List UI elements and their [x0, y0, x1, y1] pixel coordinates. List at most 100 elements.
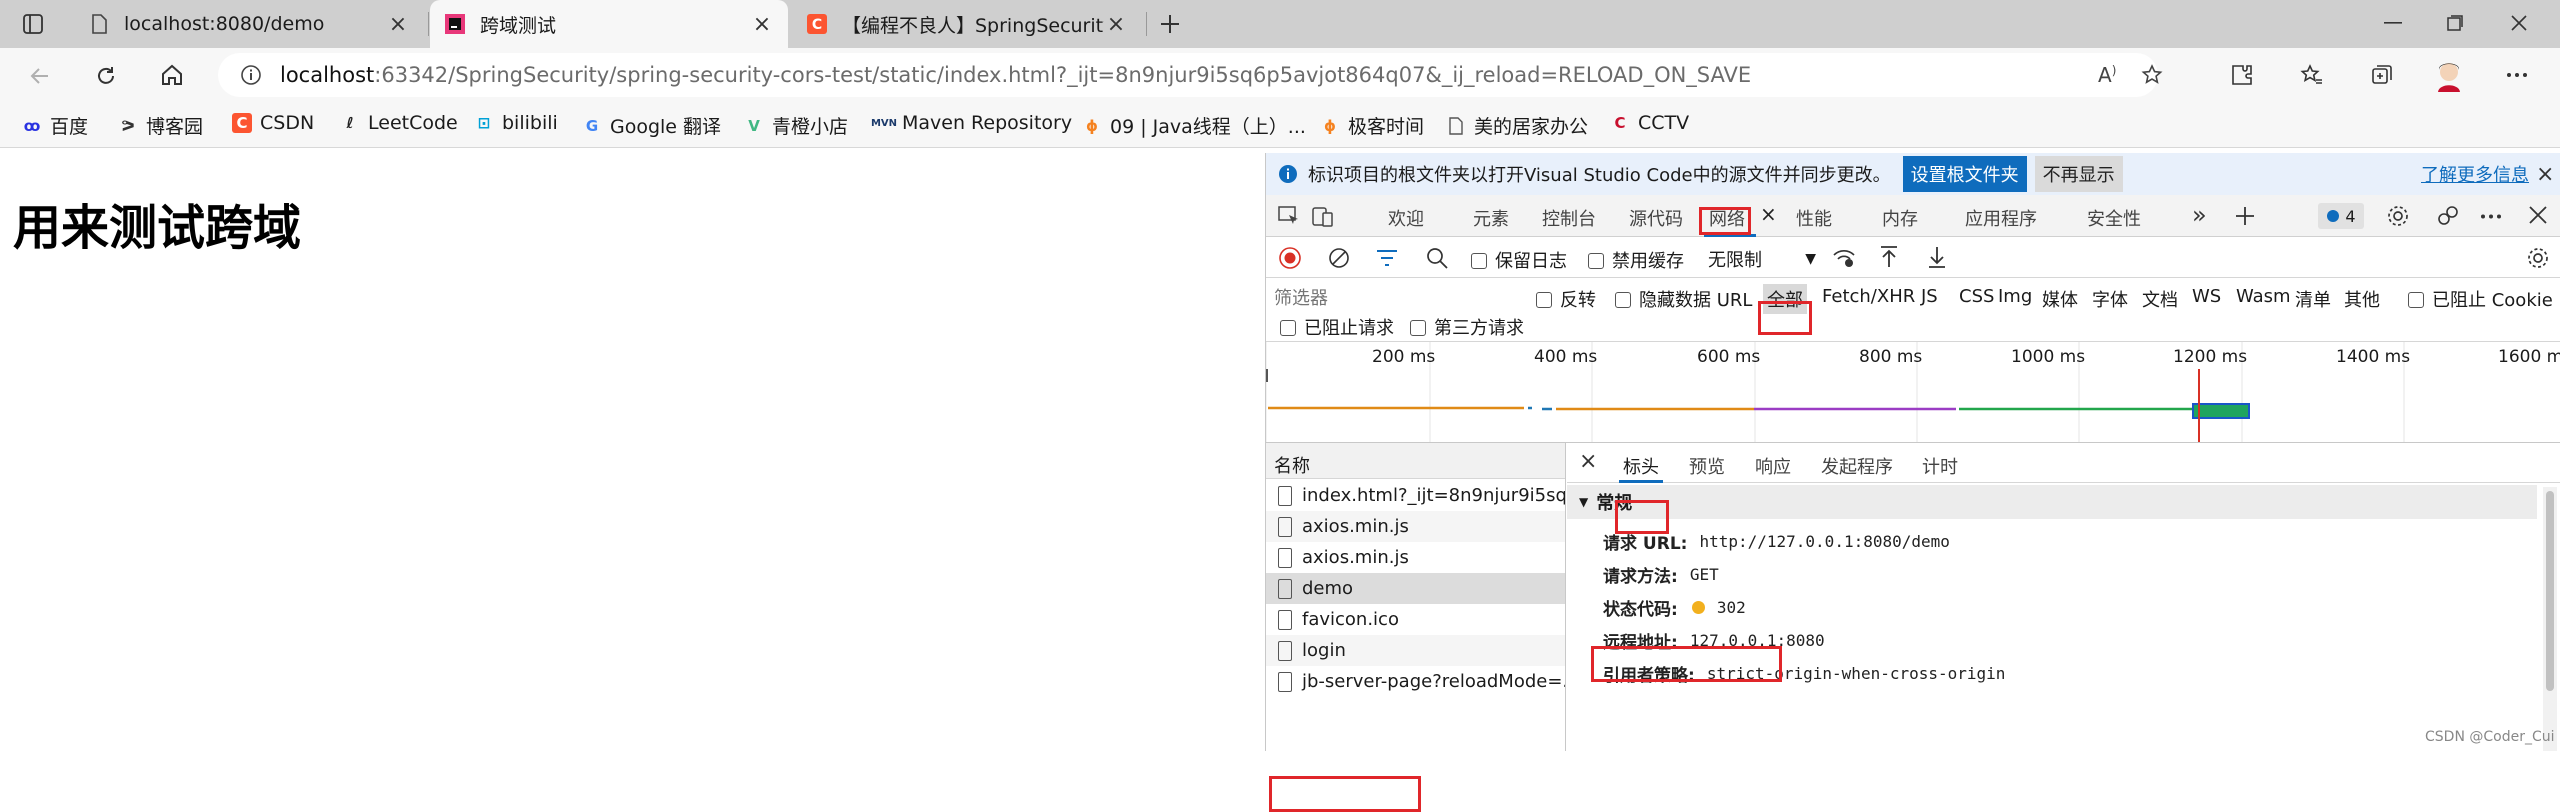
type-ws[interactable]: WS — [2192, 286, 2221, 307]
detail-tab-timing[interactable]: 计时 — [1922, 453, 1958, 479]
read-aloud-icon[interactable]: A) — [2098, 63, 2116, 87]
avatar[interactable] — [2432, 58, 2466, 92]
home-icon[interactable] — [160, 63, 184, 87]
close-icon[interactable]: × — [1760, 202, 1777, 226]
detail-tab-initiator[interactable]: 发起程序 — [1821, 453, 1893, 479]
tab-security[interactable]: 安全性 — [2087, 205, 2141, 231]
throttle-select[interactable]: 无限制 ▼ — [1706, 246, 1818, 272]
bookmark-qingcheng[interactable]: V 青橙小店 — [744, 112, 848, 139]
type-img[interactable]: Img — [1998, 286, 2032, 307]
issues-badge[interactable]: 4 — [2318, 203, 2364, 229]
learn-more-link[interactable]: 了解更多信息 — [2421, 161, 2529, 187]
request-row[interactable]: index.html?_ijt=8n9njur9i5sq6... — [1266, 480, 1565, 511]
third-party-checkbox[interactable]: 第三方请求 — [1410, 314, 1524, 340]
collections-icon[interactable] — [2370, 63, 2394, 87]
general-section-header[interactable]: ▼ 常规 — [1567, 485, 2537, 519]
clear-icon[interactable] — [1328, 247, 1350, 269]
tab-localhost-demo[interactable]: localhost:8080/demo × — [74, 0, 424, 48]
import-har-icon[interactable] — [1878, 245, 1900, 269]
bookmark-leetcode[interactable]: ℓ LeetCode — [340, 112, 457, 134]
close-icon[interactable]: × — [1104, 12, 1128, 37]
name-column-header[interactable]: 名称 — [1266, 443, 1565, 479]
request-row[interactable]: axios.min.js — [1266, 542, 1565, 573]
network-settings-icon[interactable] — [2526, 246, 2550, 270]
tab-application[interactable]: 应用程序 — [1965, 205, 2037, 231]
bookmark-java-thread[interactable]: ϕ 09 | Java线程（上）... — [1082, 112, 1306, 139]
info-icon[interactable] — [240, 64, 262, 86]
tab-sources[interactable]: 源代码 — [1629, 205, 1683, 231]
bookmark-google-translate[interactable]: G Google 翻译 — [582, 112, 721, 139]
request-row[interactable]: jb-server-page?reloadMode=... — [1266, 666, 1565, 697]
preserve-log-checkbox[interactable]: 保留日志 — [1471, 247, 1567, 273]
new-tab-icon[interactable] — [1158, 12, 1182, 36]
hide-data-urls-checkbox[interactable]: 隐藏数据 URL — [1615, 286, 1752, 312]
more-tabs-icon[interactable]: » — [2192, 201, 2207, 229]
close-icon[interactable]: × — [386, 12, 410, 37]
minimize-icon[interactable] — [2384, 22, 2402, 26]
blocked-cookies-checkbox[interactable]: 已阻止 Cookie — [2408, 286, 2553, 312]
type-manifest[interactable]: 清单 — [2295, 286, 2331, 312]
type-fetch-xhr[interactable]: Fetch/XHR — [1822, 286, 1915, 307]
dont-show-again-button[interactable]: 不再显示 — [2034, 156, 2123, 192]
bookmark-cctv[interactable]: C CCTV — [1610, 112, 1689, 134]
set-root-folder-button[interactable]: 设置根文件夹 — [1902, 156, 2027, 192]
bookmark-baidu[interactable]: ꝏ 百度 — [22, 112, 88, 139]
request-row-selected[interactable]: demo — [1266, 573, 1565, 604]
type-font[interactable]: 字体 — [2092, 286, 2128, 312]
type-media[interactable]: 媒体 — [2042, 286, 2078, 312]
tab-console[interactable]: 控制台 — [1542, 205, 1596, 231]
request-row[interactable]: axios.min.js — [1266, 511, 1565, 542]
close-icon[interactable]: × — [2536, 162, 2554, 187]
tab-memory[interactable]: 内存 — [1882, 205, 1918, 231]
close-devtools-icon[interactable] — [2528, 205, 2548, 225]
export-har-icon[interactable] — [1926, 245, 1948, 269]
extensions-icon[interactable] — [2230, 63, 2254, 87]
type-js[interactable]: JS — [1921, 286, 1938, 307]
dock-icon[interactable] — [2436, 204, 2460, 228]
close-icon[interactable]: × — [1579, 449, 1597, 474]
address-bar[interactable]: localhost:63342/SpringSecurity/spring-se… — [218, 53, 2163, 97]
scrollbar[interactable] — [2543, 487, 2557, 751]
bookmark-midea[interactable]: 美的居家办公 — [1446, 112, 1588, 139]
favorites-icon[interactable] — [2300, 63, 2324, 87]
filter-icon[interactable] — [1376, 248, 1398, 268]
record-icon[interactable] — [1279, 247, 1301, 269]
invert-checkbox[interactable]: 反转 — [1536, 286, 1596, 312]
bookmark-maven[interactable]: MVN Maven Repository — [871, 112, 1072, 134]
tab-spring-security[interactable]: C 【编程不良人】SpringSecurity实 × — [792, 0, 1142, 48]
search-icon[interactable] — [1426, 247, 1448, 269]
bookmark-cnblogs[interactable]: ᕗ 博客园 — [118, 112, 203, 139]
device-toolbar-icon[interactable] — [1312, 205, 1334, 227]
tab-actions-icon[interactable] — [22, 13, 44, 35]
bookmark-bilibili[interactable]: ⊡ bilibili — [474, 112, 558, 134]
type-other[interactable]: 其他 — [2344, 286, 2380, 312]
bookmark-geektime[interactable]: ϕ 极客时间 — [1320, 112, 1424, 139]
settings-gear-icon[interactable] — [2386, 204, 2410, 228]
restore-icon[interactable] — [2446, 14, 2464, 32]
inspect-icon[interactable] — [1278, 206, 1300, 226]
request-row[interactable]: favicon.ico — [1266, 604, 1565, 635]
detail-tab-preview[interactable]: 预览 — [1689, 453, 1725, 479]
window-close-icon[interactable] — [2510, 14, 2528, 32]
add-tab-icon[interactable] — [2234, 205, 2256, 227]
filter-input[interactable] — [1274, 284, 1524, 312]
bookmark-csdn[interactable]: C CSDN — [232, 112, 314, 134]
close-icon[interactable]: × — [750, 12, 774, 37]
favorite-add-icon[interactable] — [2140, 63, 2164, 87]
tab-performance[interactable]: 性能 — [1796, 205, 1832, 231]
blocked-requests-checkbox[interactable]: 已阻止请求 — [1280, 314, 1394, 340]
back-icon[interactable] — [28, 64, 52, 88]
network-conditions-icon[interactable] — [1832, 247, 1856, 269]
disable-cache-checkbox[interactable]: 禁用缓存 — [1588, 247, 1684, 273]
detail-tab-headers[interactable]: 标头 — [1623, 453, 1659, 479]
refresh-icon[interactable] — [94, 64, 118, 88]
customize-menu-icon[interactable] — [2480, 214, 2502, 219]
type-wasm[interactable]: Wasm — [2236, 286, 2291, 307]
type-css[interactable]: CSS — [1959, 286, 1994, 307]
more-menu-icon[interactable] — [2506, 72, 2528, 78]
tab-elements[interactable]: 元素 — [1473, 205, 1509, 231]
tab-cors-test[interactable]: 跨域测试 × — [430, 0, 788, 48]
type-doc[interactable]: 文档 — [2142, 286, 2178, 312]
request-row[interactable]: login — [1266, 635, 1565, 666]
detail-tab-response[interactable]: 响应 — [1755, 453, 1791, 479]
